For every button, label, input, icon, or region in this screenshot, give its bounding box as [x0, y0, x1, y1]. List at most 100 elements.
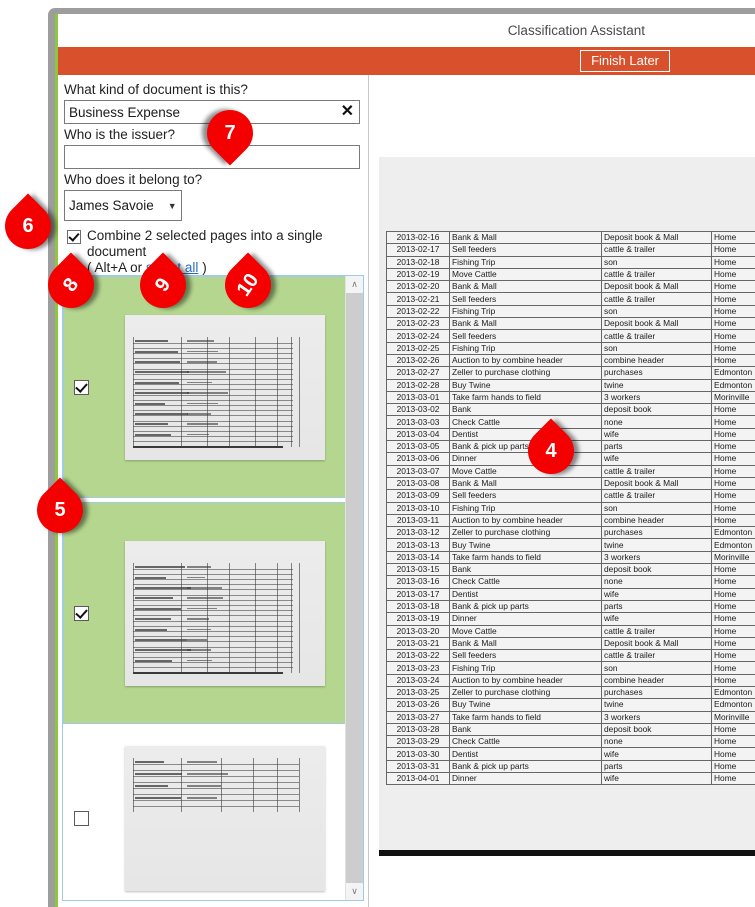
table-cell-description: Move Cattle: [450, 625, 602, 637]
table-cell-location: Home: [712, 416, 755, 428]
table-cell-description: Fishing Trip: [450, 305, 602, 317]
table-cell-location: Edmonton: [712, 539, 755, 551]
table-cell-location: Edmonton: [712, 379, 755, 391]
table-row: 2013-03-14 Take farm hands to field 3 work…: [387, 551, 755, 563]
table-row: 2013-02-21 Sell feeders cattle & trailer Ho…: [387, 293, 755, 305]
classification-form-pane: What kind of document is this? ✕ Who is …: [58, 75, 369, 907]
table-cell-date: 2013-03-22: [387, 650, 450, 662]
table-cell-reference: cattle & trailer: [602, 244, 712, 256]
table-cell-location: Home: [712, 404, 755, 416]
table-cell-reference: combine header: [602, 514, 712, 526]
close-icon[interactable]: ✕: [341, 103, 354, 120]
table-cell-date: 2013-03-08: [387, 477, 450, 489]
table-cell-reference: wife: [602, 428, 712, 440]
table-cell-location: Home: [712, 564, 755, 576]
table-cell-date: 2013-03-19: [387, 613, 450, 625]
table-cell-reference: purchases: [602, 367, 712, 379]
table-cell-description: Bank & Mall: [450, 318, 602, 330]
table-cell-description: Dinner: [450, 453, 602, 465]
table-cell-description: Buy Twine: [450, 379, 602, 391]
table-cell-description: Take farm hands to field: [450, 711, 602, 723]
table-cell-description: Buy Twine: [450, 699, 602, 711]
table-cell-location: Home: [712, 723, 755, 735]
table-cell-reference: none: [602, 736, 712, 748]
table-cell-date: 2013-03-07: [387, 465, 450, 477]
owner-select-value: James Savoie: [69, 198, 154, 213]
thumbnail-scrollbar[interactable]: ∧ ∨: [345, 276, 363, 900]
table-row: 2013-02-19 Move Cattle cattle & trailer Hom…: [387, 268, 755, 280]
table-cell-description: Check Cattle: [450, 576, 602, 588]
table-cell-reference: none: [602, 576, 712, 588]
table-cell-description: Bank & Mall: [450, 232, 602, 244]
page-thumbnail-3[interactable]: [63, 728, 346, 901]
scroll-up-icon[interactable]: ∧: [346, 276, 363, 293]
table-cell-description: Auction to by combine header: [450, 514, 602, 526]
table-cell-date: 2013-02-27: [387, 367, 450, 379]
table-cell-date: 2013-02-21: [387, 293, 450, 305]
table-cell-description: Move Cattle: [450, 465, 602, 477]
document-ledger-body: 2013-02-16 Bank & Mall Deposit book & Mall…: [387, 232, 755, 785]
combine-hint-suffix: ): [198, 260, 206, 275]
page-thumbnail-2-image: [125, 541, 325, 686]
table-cell-description: Sell feeders: [450, 293, 602, 305]
table-cell-location: Home: [712, 773, 755, 785]
table-cell-reference: son: [602, 305, 712, 317]
combine-hint-prefix: ( Alt+A or: [87, 260, 146, 275]
table-cell-date: 2013-03-25: [387, 686, 450, 698]
thumbnail-scroll-area[interactable]: [63, 276, 346, 900]
table-cell-description: Fishing Trip: [450, 502, 602, 514]
table-cell-location: Morinville: [712, 711, 755, 723]
table-row: 2013-03-13 Buy Twine twine Edmonton: [387, 539, 755, 551]
table-cell-location: Home: [712, 281, 755, 293]
table-row: 2013-03-12 Zeller to purchase clothing pur…: [387, 527, 755, 539]
marker-label: 4: [528, 428, 574, 474]
table-cell-date: 2013-02-19: [387, 268, 450, 280]
table-cell-location: Home: [712, 330, 755, 342]
table-cell-reference: none: [602, 416, 712, 428]
page-thumbnail-2[interactable]: [63, 502, 346, 724]
owner-select[interactable]: James Savoie ▼: [64, 190, 182, 221]
table-cell-date: 2013-03-17: [387, 588, 450, 600]
table-cell-description: Fishing Trip: [450, 342, 602, 354]
table-row: 2013-03-11 Auction to by combine header co…: [387, 514, 755, 526]
table-row: 2013-02-17 Sell feeders cattle & trailer Ho…: [387, 244, 755, 256]
table-cell-description: Fishing Trip: [450, 256, 602, 268]
table-cell-location: Home: [712, 650, 755, 662]
page-thumbnail-2-checkbox[interactable]: [74, 606, 89, 621]
table-cell-location: Edmonton: [712, 367, 755, 379]
table-cell-date: 2013-03-14: [387, 551, 450, 563]
table-cell-location: Edmonton: [712, 686, 755, 698]
page-thumbnail-3-checkbox[interactable]: [74, 811, 89, 826]
table-cell-reference: cattle & trailer: [602, 268, 712, 280]
table-cell-reference: cattle & trailer: [602, 490, 712, 502]
table-cell-date: 2013-02-25: [387, 342, 450, 354]
table-row: 2013-02-27 Zeller to purchase clothing pur…: [387, 367, 755, 379]
marker-label: 9: [131, 253, 195, 317]
table-row: 2013-02-23 Bank & Mall Deposit book & Mall…: [387, 318, 755, 330]
table-cell-description: Sell feeders: [450, 330, 602, 342]
scanned-document-image[interactable]: 2013-02-16 Bank & Mall Deposit book & Mall…: [379, 157, 755, 850]
page-title: Classification Assistant: [508, 23, 645, 38]
marker-10: 10: [225, 262, 271, 308]
scroll-down-icon[interactable]: ∨: [346, 883, 363, 900]
action-bar: Finish Later: [58, 47, 755, 75]
scrollbar-thumb[interactable]: [346, 293, 363, 901]
table-cell-description: Check Cattle: [450, 736, 602, 748]
page-thumbnail-1-checkbox[interactable]: [74, 380, 89, 395]
page-thumbnail-1-image: [125, 315, 325, 460]
combine-pages-checkbox[interactable]: [67, 230, 81, 244]
table-row: 2013-02-18 Fishing Trip son Home: [387, 256, 755, 268]
table-row: 2013-03-26 Buy Twine twine Edmonton: [387, 699, 755, 711]
table-cell-reference: cattle & trailer: [602, 650, 712, 662]
table-cell-reference: twine: [602, 539, 712, 551]
table-cell-location: Home: [712, 244, 755, 256]
table-cell-reference: cattle & trailer: [602, 293, 712, 305]
table-cell-date: 2013-03-05: [387, 441, 450, 453]
table-row: 2013-03-25 Zeller to purchase clothing pur…: [387, 686, 755, 698]
table-cell-location: Home: [712, 465, 755, 477]
table-cell-date: 2013-02-23: [387, 318, 450, 330]
finish-later-button[interactable]: Finish Later: [580, 50, 670, 72]
table-row: 2013-03-01 Take farm hands to field 3 work…: [387, 391, 755, 403]
page-thumbnail-1[interactable]: [63, 276, 346, 498]
table-row: 2013-02-20 Bank & Mall Deposit book & Mall…: [387, 281, 755, 293]
